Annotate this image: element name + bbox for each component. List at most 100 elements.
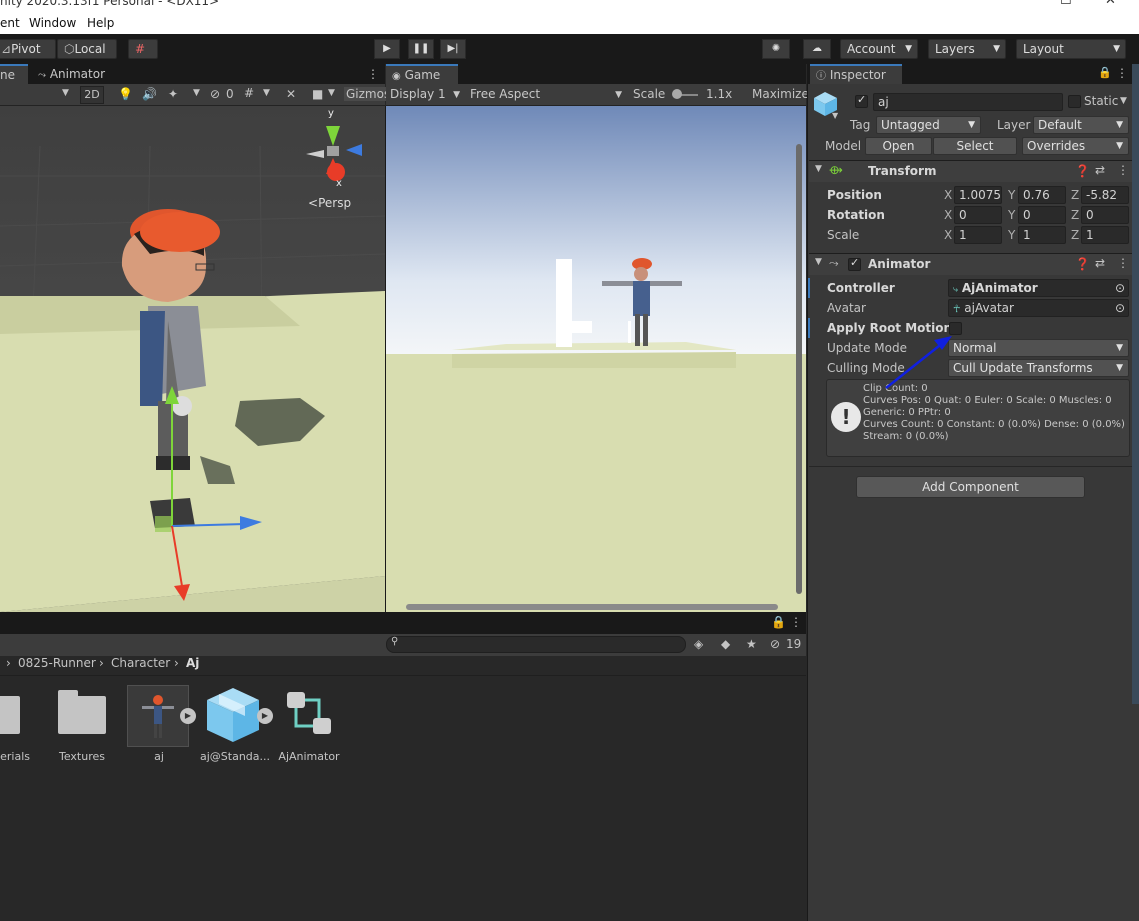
open-button[interactable]: Open <box>865 137 932 155</box>
expand-play-icon[interactable]: ▶ <box>257 708 273 724</box>
menu-help[interactable]: Help <box>87 16 114 30</box>
chevron-down-icon[interactable]: ▼ <box>263 88 270 98</box>
step-button[interactable]: ▶| <box>440 39 466 59</box>
add-component-button[interactable]: Add Component <box>856 476 1085 498</box>
apply-root-motion-checkbox[interactable] <box>949 322 962 335</box>
chevron-down-icon[interactable]: ▼ <box>328 88 335 98</box>
axis-y-label[interactable]: Y <box>1008 228 1015 242</box>
persp-toggle[interactable]: <Persp <box>308 196 351 210</box>
audio-icon[interactable]: 🔊 <box>142 87 157 101</box>
scale-x-field[interactable]: 1 <box>954 226 1002 244</box>
object-picker-icon[interactable]: ⊙ <box>1115 280 1125 296</box>
controller-field[interactable]: ⤷ AjAnimator ⊙ <box>948 279 1129 297</box>
presets-icon[interactable]: ⇄ <box>1095 163 1105 177</box>
axis-x-label[interactable]: X <box>944 188 952 202</box>
breadcrumb-item-current[interactable]: Aj <box>186 656 199 670</box>
tab-scene[interactable]: ne <box>0 64 28 84</box>
tab-animator[interactable]: ⤳ Animator <box>32 64 112 84</box>
pivot-button[interactable]: ⊿Pivot <box>0 39 56 59</box>
position-z-field[interactable]: -5.82 <box>1081 186 1129 204</box>
transform-component-header[interactable]: ▼ ⟴ Transform ❓ ⇄ ⋮ <box>809 160 1139 182</box>
component-menu-icon[interactable]: ⋮ <box>1117 256 1129 270</box>
local-button[interactable]: ⬡Local <box>57 39 117 59</box>
tag-dropdown[interactable]: Untagged ▼ <box>876 116 981 134</box>
object-picker-icon[interactable]: ⊙ <box>1115 300 1125 316</box>
maximize-on-play-toggle[interactable]: Maximize <box>752 87 809 101</box>
game-viewport[interactable] <box>386 106 806 612</box>
panel-menu-icon[interactable]: ⋮ <box>1116 66 1128 80</box>
presets-icon[interactable]: ⇄ <box>1095 256 1105 270</box>
tab-inspector[interactable]: ⓘ Inspector <box>810 64 902 84</box>
toggle-2d-button[interactable]: 2D <box>80 86 104 104</box>
camera-icon[interactable]: ■ <box>312 87 323 101</box>
gizmos-dropdown[interactable]: Gizmos <box>344 87 393 101</box>
tab-game[interactable]: ◉ Game <box>386 64 458 84</box>
menu-window[interactable]: Window <box>29 16 76 30</box>
search-input[interactable]: ⚲ <box>386 636 686 653</box>
chevron-down-icon[interactable]: ▼ <box>1120 96 1127 106</box>
panel-divider[interactable] <box>385 106 386 612</box>
list-item[interactable]: aj@Standa... <box>200 686 270 763</box>
rotation-z-field[interactable]: 0 <box>1081 206 1129 224</box>
scale-y-field[interactable]: 1 <box>1018 226 1066 244</box>
lock-icon[interactable]: 🔒 <box>1098 66 1112 79</box>
scale-z-field[interactable]: 1 <box>1081 226 1129 244</box>
search-by-label-icon[interactable]: ◆ <box>721 637 730 651</box>
axis-x-label[interactable]: X <box>944 208 952 222</box>
component-menu-icon[interactable]: ⋮ <box>1117 163 1129 177</box>
grid-icon[interactable]: # <box>244 86 254 100</box>
help-icon[interactable]: ❓ <box>1075 257 1090 271</box>
axis-z-label[interactable]: Z <box>1071 228 1079 242</box>
maximize-window-icon[interactable]: ☐ <box>1060 0 1072 8</box>
lock-icon[interactable]: 🔒 <box>771 615 786 629</box>
rotation-x-field[interactable]: 0 <box>954 206 1002 224</box>
lighting-icon[interactable]: 💡 <box>118 87 133 101</box>
list-item[interactable]: AjAnimator <box>278 688 340 763</box>
tools-icon[interactable]: ✕ <box>286 87 296 101</box>
display-dropdown[interactable]: Display 1 ▼ <box>386 86 464 104</box>
static-checkbox[interactable] <box>1068 95 1081 108</box>
position-y-field[interactable]: 0.76 <box>1018 186 1066 204</box>
expand-play-icon[interactable]: ▶ <box>180 708 196 724</box>
animator-component-header[interactable]: ▼ ⤳ Animator ❓ ⇄ ⋮ <box>809 253 1139 275</box>
chevron-down-icon[interactable]: ▼ <box>193 88 200 98</box>
hidden-visibility-icon[interactable]: ⊘ <box>210 87 220 101</box>
axis-y-label[interactable]: Y <box>1008 208 1015 222</box>
animator-enabled-checkbox[interactable] <box>848 256 861 271</box>
breadcrumb-item[interactable]: Character <box>111 656 170 670</box>
effects-icon[interactable]: ✦ <box>168 87 178 101</box>
grid-snap-button[interactable]: # <box>128 39 158 59</box>
axis-z-label[interactable]: Z <box>1071 188 1079 202</box>
pause-button[interactable]: ❚❚ <box>408 39 434 59</box>
play-button[interactable]: ▶ <box>374 39 400 59</box>
services-button[interactable]: ✺ <box>762 39 790 59</box>
update-mode-dropdown[interactable]: Normal ▼ <box>948 339 1129 357</box>
position-x-field[interactable]: 1.00753 <box>954 186 1002 204</box>
hidden-packages-icon[interactable]: ⊘ <box>770 637 780 651</box>
account-dropdown[interactable]: Account ▼ <box>840 39 918 59</box>
menu-component[interactable]: ent <box>0 16 20 30</box>
object-name-field[interactable]: aj <box>873 93 1063 111</box>
chevron-down-icon[interactable]: ▼ <box>832 111 838 120</box>
layers-dropdown[interactable]: Layers ▼ <box>928 39 1006 59</box>
help-icon[interactable]: ❓ <box>1075 164 1090 178</box>
avatar-field[interactable]: ☥ ajAvatar ⊙ <box>948 299 1129 317</box>
culling-mode-dropdown[interactable]: Cull Update Transforms ▼ <box>948 359 1129 377</box>
layer-dropdown[interactable]: Default ▼ <box>1033 116 1129 134</box>
chevron-down-icon[interactable]: ▼ <box>62 88 69 98</box>
axis-y-label[interactable]: Y <box>1008 188 1015 202</box>
breadcrumb-item[interactable]: 0825-Runner <box>18 656 96 670</box>
select-button[interactable]: Select <box>933 137 1017 155</box>
rotation-y-field[interactable]: 0 <box>1018 206 1066 224</box>
favorite-star-icon[interactable]: ★ <box>746 637 757 651</box>
panel-menu-icon[interactable]: ⋮ <box>364 64 379 84</box>
scale-slider-handle[interactable] <box>672 89 682 99</box>
panel-menu-icon[interactable]: ⋮ <box>790 615 802 629</box>
cloud-button[interactable]: ☁ <box>803 39 831 59</box>
axis-x-label[interactable]: X <box>944 228 952 242</box>
search-by-type-icon[interactable]: ◈ <box>694 637 703 651</box>
overrides-dropdown[interactable]: Overrides ▼ <box>1022 137 1129 155</box>
axis-z-label[interactable]: Z <box>1071 208 1079 222</box>
aspect-dropdown[interactable]: Free Aspect ▼ <box>466 86 626 104</box>
scene-viewport[interactable]: y x <Persp <box>0 106 385 612</box>
